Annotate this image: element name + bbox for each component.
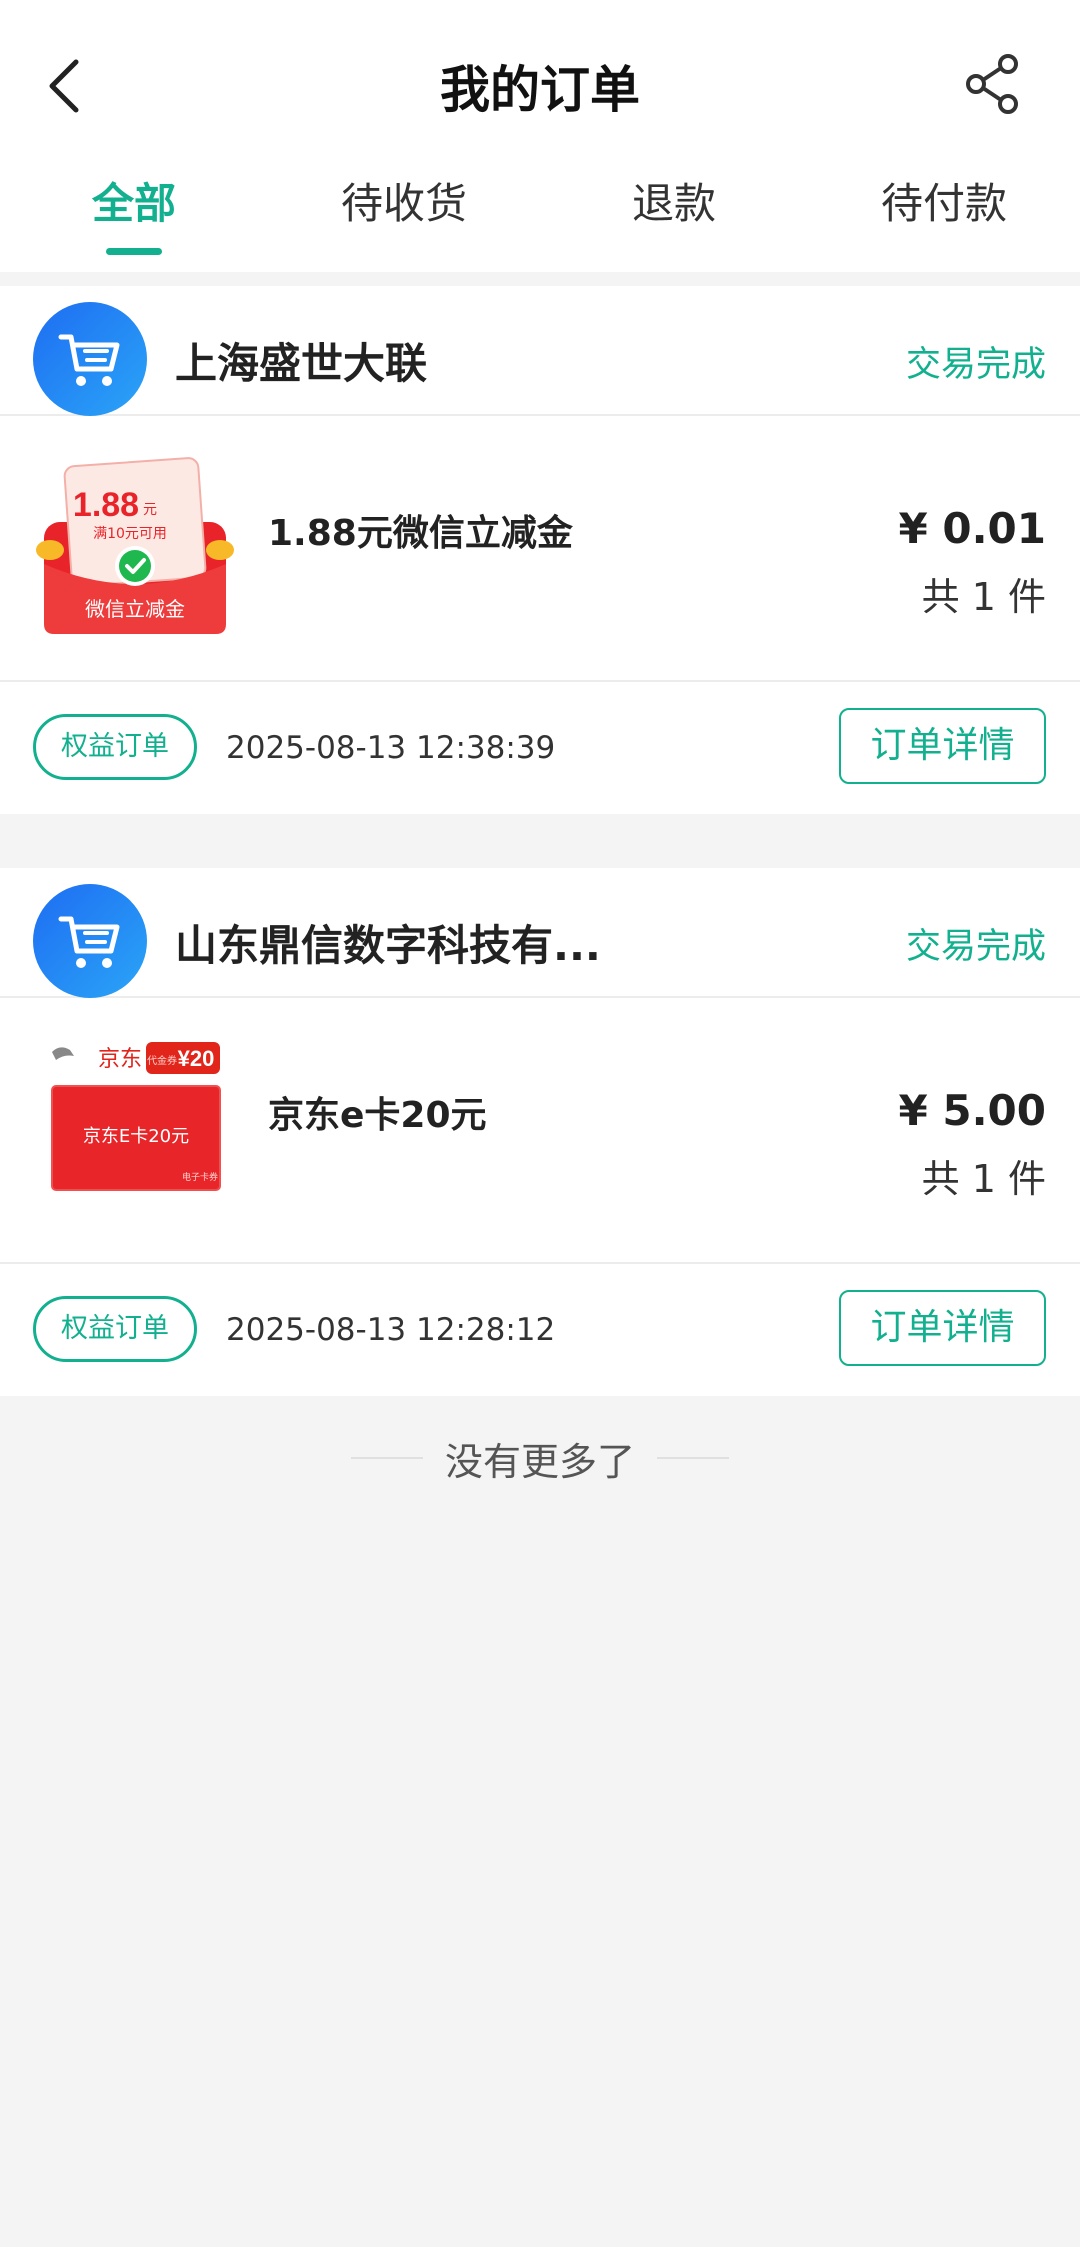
active-tab-indicator [106,248,162,255]
order-status: 交易完成 [905,927,1046,967]
store-name: 山东鼎信数字科技有... [175,921,601,970]
shopping-cart-icon [33,884,147,998]
tab-all[interactable]: 全部 [34,170,234,231]
order-price: ¥ 0.01 [898,504,1046,553]
divider-line [657,1457,729,1459]
order-time: 2025-08-13 12:38:39 [226,730,556,766]
product-name: 1.88元微信立减金 [268,513,573,554]
jd-card-note: 电子卡券 [182,1171,218,1183]
jd-badge-small: 代金券 [147,1054,177,1067]
page-title: 我的订单 [440,61,640,119]
order-type-badge: 权益订单 [33,714,197,780]
order-detail-button[interactable]: 订单详情 [839,708,1046,784]
tab-to-pay[interactable]: 待付款 [844,170,1044,231]
share-icon[interactable] [962,52,1026,116]
product-name: 京东e卡20元 [268,1095,487,1136]
top-bar: 我的订单 全部 待收货 退款 待付款 [0,0,1080,272]
jd-brand-text: 京东 [98,1047,142,1072]
coupon-unit: 元 [143,502,157,518]
wechat-coupon-image: 1.88 元 满10元可用 微信立减金 [36,457,234,634]
order-quantity: 共 1 件 [921,1157,1046,1201]
order-card: 山东鼎信数字科技有... 交易完成 京东 代金券 ¥20 京东E卡20元 电子卡… [0,868,1080,1396]
order-item[interactable]: 京东 代金券 ¥20 京东E卡20元 电子卡券 京东e卡20元 ¥ 5.00 共… [0,998,1080,1264]
coupon-amount: 1.88 [73,486,139,524]
jd-badge: ¥20 [178,1046,215,1071]
order-footer: 权益订单 2025-08-13 12:28:12 订单详情 [0,1264,1080,1396]
order-quantity: 共 1 件 [921,575,1046,619]
order-card: 上海盛世大联 交易完成 1.88 元 满10元可用 微信立减金 1.88元微信立… [0,286,1080,814]
order-type-badge: 权益订单 [33,1296,197,1362]
no-more-text: 没有更多了 [444,1439,635,1484]
order-header[interactable]: 上海盛世大联 交易完成 [0,286,1080,416]
order-detail-button[interactable]: 订单详情 [839,1290,1046,1366]
jd-card-title: 京东E卡20元 [83,1126,189,1147]
coupon-condition: 满10元可用 [93,526,167,542]
end-of-list: 没有更多了 [0,1428,1080,1488]
order-item[interactable]: 1.88 元 满10元可用 微信立减金 1.88元微信立减金 ¥ 0.01 共 … [0,416,1080,682]
order-status: 交易完成 [905,345,1046,385]
order-footer: 权益订单 2025-08-13 12:38:39 订单详情 [0,682,1080,814]
order-header[interactable]: 山东鼎信数字科技有... 交易完成 [0,868,1080,998]
shopping-cart-icon [33,302,147,416]
order-tabs: 全部 待收货 退款 待付款 [0,170,1080,260]
tab-refund[interactable]: 退款 [574,170,774,231]
tab-to-receive[interactable]: 待收货 [304,170,504,231]
coupon-caption: 微信立减金 [85,597,185,621]
jd-ecard-image: 京东 代金券 ¥20 京东E卡20元 电子卡券 [51,1042,221,1191]
order-price: ¥ 5.00 [898,1086,1046,1135]
order-time: 2025-08-13 12:28:12 [226,1312,556,1348]
store-name: 上海盛世大联 [175,339,428,388]
divider-line [350,1457,423,1459]
